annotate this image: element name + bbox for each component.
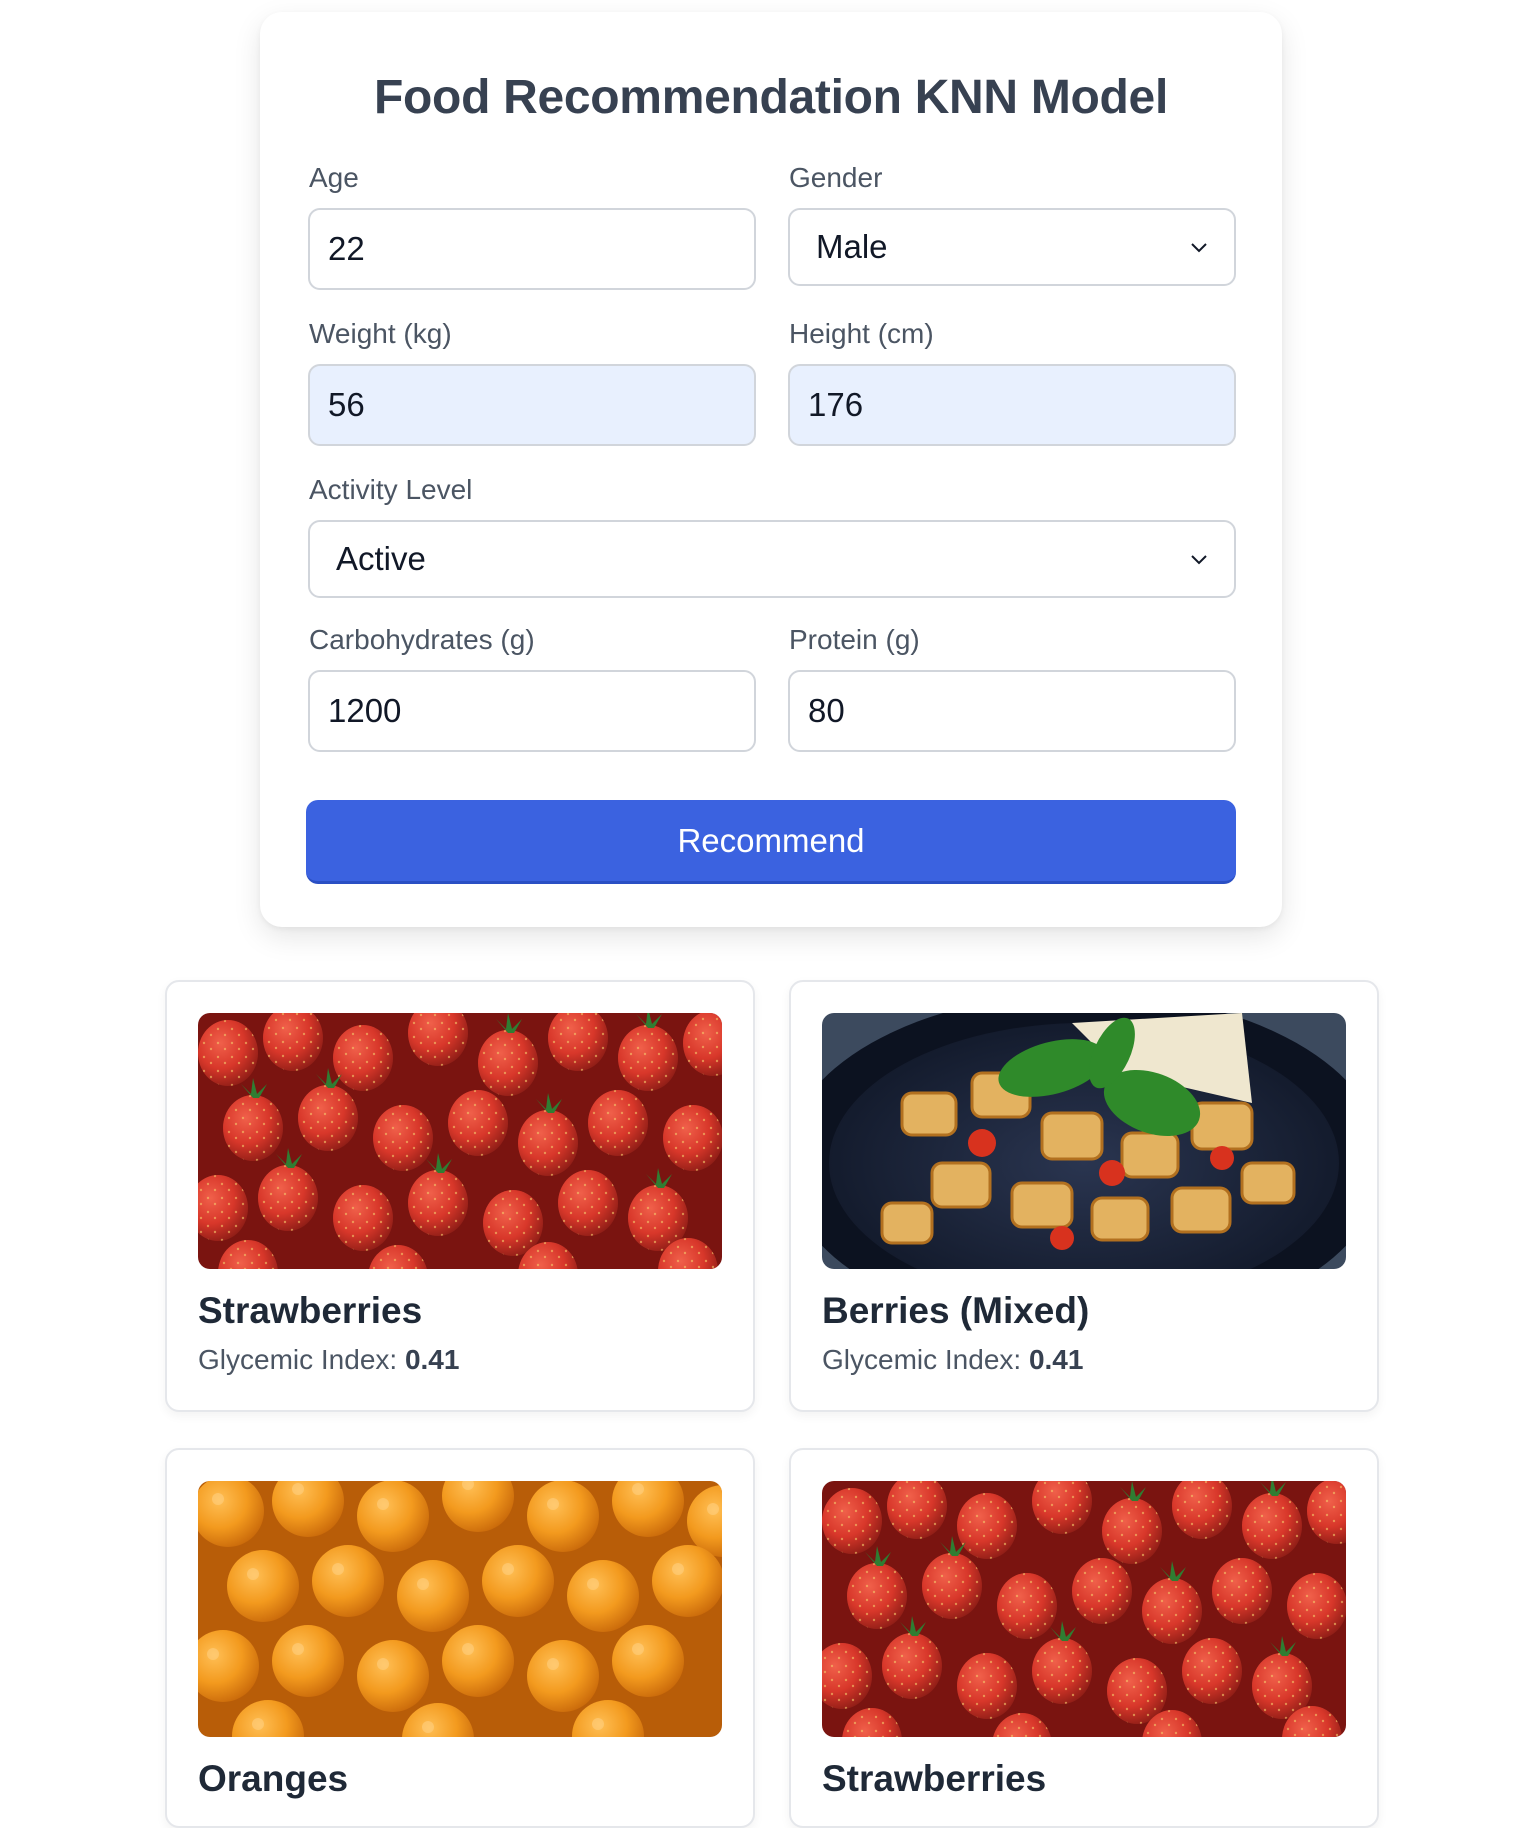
strawberries-photo — [822, 1481, 1346, 1737]
carbohydrates-label: Carbohydrates (g) — [309, 624, 535, 655]
gender-value: Male — [816, 228, 888, 265]
carbohydrates-input[interactable]: 1200 — [308, 670, 756, 752]
food-name: Strawberries — [822, 1758, 1047, 1799]
height-label: Height (cm) — [789, 318, 934, 349]
protein-value: 80 — [808, 692, 845, 729]
weight-value: 56 — [328, 386, 365, 423]
food-name: Berries (Mixed) — [822, 1290, 1090, 1331]
age-value: 22 — [328, 230, 365, 267]
height-input[interactable]: 176 — [788, 364, 1236, 446]
food-card-oranges[interactable]: Oranges — [165, 1448, 755, 1828]
recommendation-form-card: Food Recommendation KNN Model Age 22 Gen… — [260, 12, 1282, 927]
glycemic-index: Glycemic Index: 0.41 — [822, 1344, 1083, 1376]
height-value: 176 — [808, 386, 864, 423]
oranges-photo — [198, 1481, 722, 1737]
gender-select[interactable]: Male — [788, 208, 1236, 286]
food-card-berries-mixed[interactable]: Berries (Mixed) Glycemic Index: 0.41 — [789, 980, 1379, 1412]
recommend-button[interactable]: Recommend — [306, 800, 1236, 884]
protein-input[interactable]: 80 — [788, 670, 1236, 752]
chevron-down-icon — [1191, 243, 1207, 253]
food-card-strawberries[interactable]: Strawberries Glycemic Index: 0.41 — [165, 980, 755, 1412]
food-name: Oranges — [198, 1758, 349, 1799]
food-name: Strawberries — [198, 1290, 423, 1331]
chevron-down-icon — [1191, 555, 1207, 565]
carbohydrates-value: 1200 — [328, 692, 402, 729]
age-input[interactable]: 22 — [308, 208, 756, 290]
strawberries-photo — [198, 1013, 722, 1269]
gender-label: Gender — [789, 162, 883, 193]
weight-label: Weight (kg) — [309, 318, 452, 349]
chicken-dish-photo — [822, 1013, 1346, 1269]
glycemic-index-label: Glycemic Index: — [822, 1344, 1022, 1375]
glycemic-index: Glycemic Index: 0.41 — [198, 1344, 459, 1376]
glycemic-index-value: 0.41 — [1028, 1344, 1084, 1375]
page-title: Food Recommendation KNN Model — [374, 71, 1168, 124]
activity-level-label: Activity Level — [309, 474, 473, 505]
activity-level-value: Active — [336, 540, 426, 577]
protein-label: Protein (g) — [789, 624, 920, 655]
food-card-strawberries[interactable]: Strawberries — [789, 1448, 1379, 1828]
weight-input[interactable]: 56 — [308, 364, 756, 446]
glycemic-index-label: Glycemic Index: — [198, 1344, 398, 1375]
glycemic-index-value: 0.41 — [404, 1344, 460, 1375]
age-label: Age — [309, 162, 359, 193]
activity-level-select[interactable]: Active — [308, 520, 1236, 598]
